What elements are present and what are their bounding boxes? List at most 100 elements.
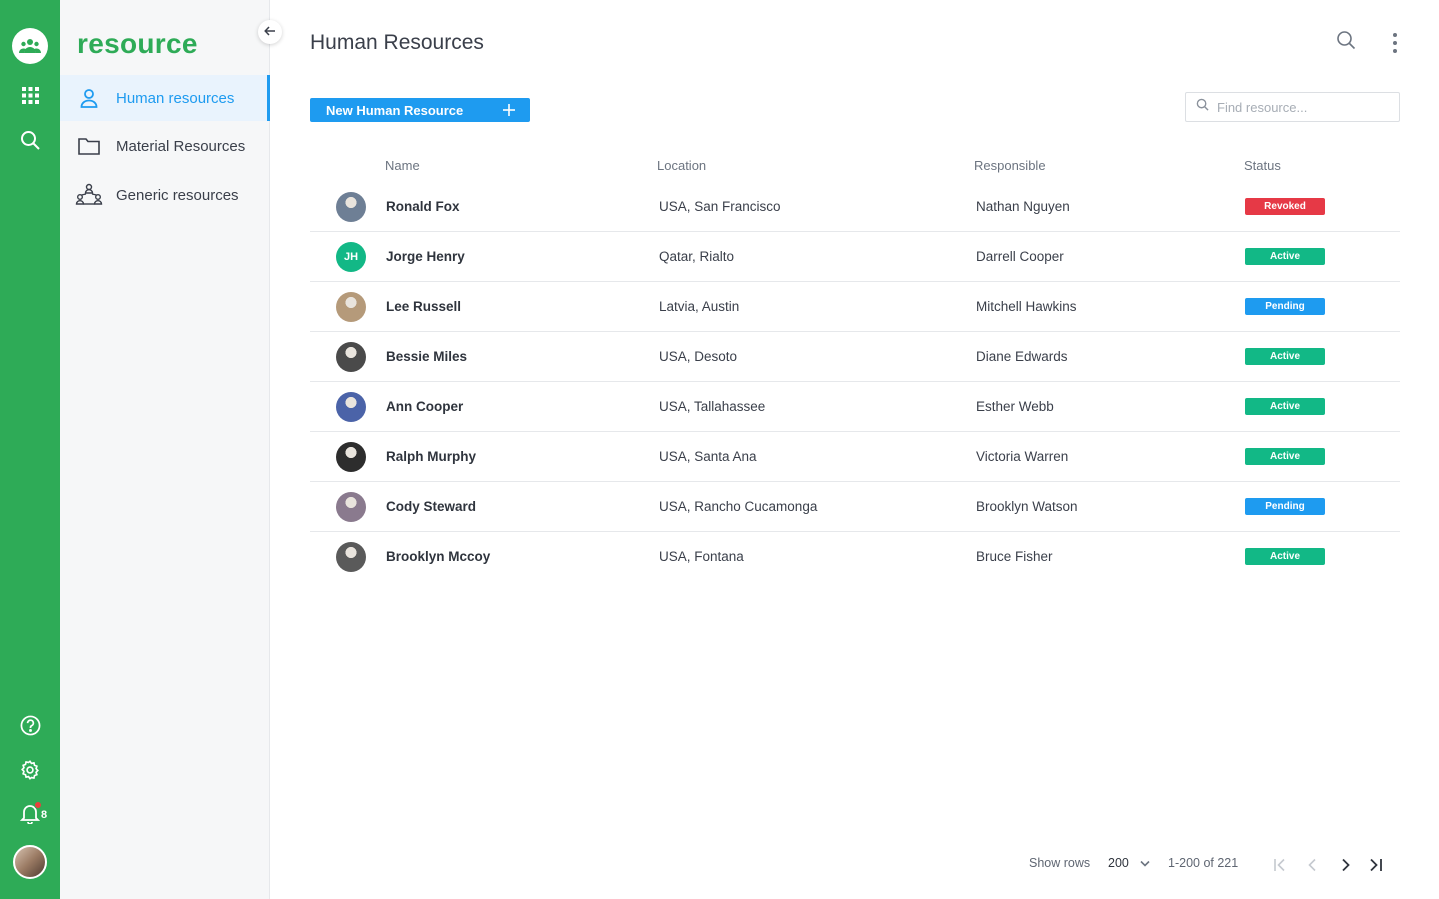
resources-table: Name Location Responsible Status Ronald … <box>310 148 1400 582</box>
rows-per-page-select[interactable]: 200 <box>1108 856 1150 870</box>
resource-name: Brooklyn Mccoy <box>386 549 491 564</box>
table-row[interactable]: Ralph Murphy USA, Santa Ana Victoria Warre… <box>310 432 1400 482</box>
bell-icon <box>20 801 42 824</box>
status-badge: Pending <box>1245 298 1325 315</box>
resource-location: USA, San Francisco <box>659 199 781 214</box>
resource-location: USA, Tallahassee <box>659 399 766 414</box>
avatar <box>336 442 366 472</box>
resource-responsible: Victoria Warren <box>976 449 1069 464</box>
avatar <box>13 845 47 879</box>
first-page-button[interactable] <box>1273 858 1287 877</box>
resource-responsible: Esther Webb <box>976 399 1054 414</box>
resource-location: USA, Desoto <box>659 349 738 364</box>
search-icon <box>1336 31 1356 54</box>
status-badge: Active <box>1245 448 1325 465</box>
app-root: 8 resource Human resources Material Reso… <box>0 0 1439 899</box>
sidebar-item-label: Human resources <box>116 89 235 107</box>
more-options-button[interactable] <box>1388 31 1402 60</box>
apps-grid-icon[interactable] <box>0 87 60 104</box>
column-header-location[interactable]: Location <box>657 158 706 173</box>
network-icon <box>60 183 116 207</box>
settings-icon[interactable] <box>0 759 60 781</box>
rows-per-page-value: 200 <box>1108 856 1129 870</box>
table-header: Name Location Responsible Status <box>310 148 1400 182</box>
first-page-icon <box>1273 858 1287 876</box>
sidebar-item-generic-resources[interactable]: Generic resources <box>60 172 270 218</box>
icon-rail: 8 <box>0 0 60 899</box>
notification-count: 8 <box>41 809 48 821</box>
sidebar-item-label: Generic resources <box>116 186 239 204</box>
status-badge: Active <box>1245 348 1325 365</box>
new-human-resource-button[interactable]: New Human Resource <box>310 98 530 122</box>
header-search-button[interactable] <box>1336 30 1356 55</box>
collapse-sidebar-button[interactable] <box>258 20 282 44</box>
search-icon[interactable] <box>0 130 60 150</box>
column-header-status[interactable]: Status <box>1244 158 1281 173</box>
notifications-button[interactable] <box>0 801 60 824</box>
resource-name: Bessie Miles <box>386 349 468 364</box>
sidebar-item-material-resources[interactable]: Material Resources <box>60 123 270 169</box>
table-body: Ronald Fox USA, San Francisco Nathan Nguye… <box>310 182 1400 582</box>
folder-icon <box>60 137 116 155</box>
resource-location: Qatar, Rialto <box>659 249 735 264</box>
more-vertical-icon <box>1388 33 1402 59</box>
chevron-down-icon <box>1140 856 1150 870</box>
resource-name: Jorge Henry <box>386 249 465 264</box>
arrow-left-icon <box>264 23 276 41</box>
resource-location: USA, Santa Ana <box>659 449 757 464</box>
status-badge: Revoked <box>1245 198 1325 215</box>
resource-location: Latvia, Austin <box>659 299 740 314</box>
sidebar-item-human-resources[interactable]: Human resources <box>60 75 270 121</box>
resource-responsible: Diane Edwards <box>976 349 1068 364</box>
resource-responsible: Nathan Nguyen <box>976 199 1070 214</box>
resource-name: Cody Steward <box>386 499 477 514</box>
last-page-button[interactable] <box>1369 858 1383 877</box>
resource-location: USA, Rancho Cucamonga <box>659 499 818 514</box>
column-header-responsible[interactable]: Responsible <box>974 158 1046 173</box>
avatar: JH <box>336 242 366 272</box>
search-icon <box>1196 98 1209 116</box>
table-row[interactable]: Bessie Miles USA, Desoto Diane Edwards Acti… <box>310 332 1400 382</box>
find-resource-input[interactable] <box>1217 99 1387 115</box>
avatar <box>336 492 366 522</box>
brand-logo: resource <box>77 28 198 59</box>
resource-name: Ralph Murphy <box>386 449 476 464</box>
user-avatar-button[interactable] <box>0 845 60 879</box>
table-row[interactable]: Lee Russell Latvia, Austin Mitchell Hawkin… <box>310 282 1400 332</box>
avatar <box>336 342 366 372</box>
chevron-left-icon <box>1307 858 1317 876</box>
help-icon[interactable] <box>0 715 60 736</box>
resource-responsible: Bruce Fisher <box>976 549 1053 564</box>
resource-location: USA, Fontana <box>659 549 744 564</box>
sidebar: resource Human resources Material Resour… <box>60 0 270 899</box>
status-badge: Active <box>1245 248 1325 265</box>
table-row[interactable]: Ann Cooper USA, Tallahassee Esther Webb Act… <box>310 382 1400 432</box>
table-row[interactable]: Cody Steward USA, Rancho Cucamonga Brookly… <box>310 482 1400 532</box>
table-row[interactable]: Brooklyn Mccoy USA, Fontana Bruce Fisher Ac… <box>310 532 1400 582</box>
status-badge: Pending <box>1245 498 1325 515</box>
next-page-button[interactable] <box>1341 858 1351 877</box>
resource-responsible: Darrell Cooper <box>976 249 1064 264</box>
resource-name: Lee Russell <box>386 299 462 314</box>
avatar <box>336 292 366 322</box>
pagination-range: 1-200 of 221 <box>1168 856 1239 870</box>
find-resource-field[interactable] <box>1185 92 1400 122</box>
status-badge: Active <box>1245 398 1325 415</box>
person-icon <box>60 88 116 108</box>
avatar <box>336 542 366 572</box>
table-row[interactable]: JH Jorge Henry Qatar, Rialto Darrell Cooper… <box>310 232 1400 282</box>
chevron-right-icon <box>1341 858 1351 876</box>
sidebar-item-label: Material Resources <box>116 137 246 155</box>
table-row[interactable]: Ronald Fox USA, San Francisco Nathan Nguye… <box>310 182 1400 232</box>
resource-responsible: Mitchell Hawkins <box>976 299 1077 314</box>
main-content: Human Resources New Human Resource Find … <box>270 0 1439 899</box>
resource-responsible: Brooklyn Watson <box>976 499 1078 514</box>
page-title: Human Resources <box>310 31 484 54</box>
avatar <box>336 192 366 222</box>
team-icon <box>12 28 48 64</box>
previous-page-button[interactable] <box>1307 858 1317 877</box>
app-logo-button[interactable] <box>0 28 60 64</box>
show-rows-label: Show rows <box>1029 856 1091 870</box>
column-header-name[interactable]: Name <box>385 158 420 173</box>
plus-icon <box>502 103 516 120</box>
